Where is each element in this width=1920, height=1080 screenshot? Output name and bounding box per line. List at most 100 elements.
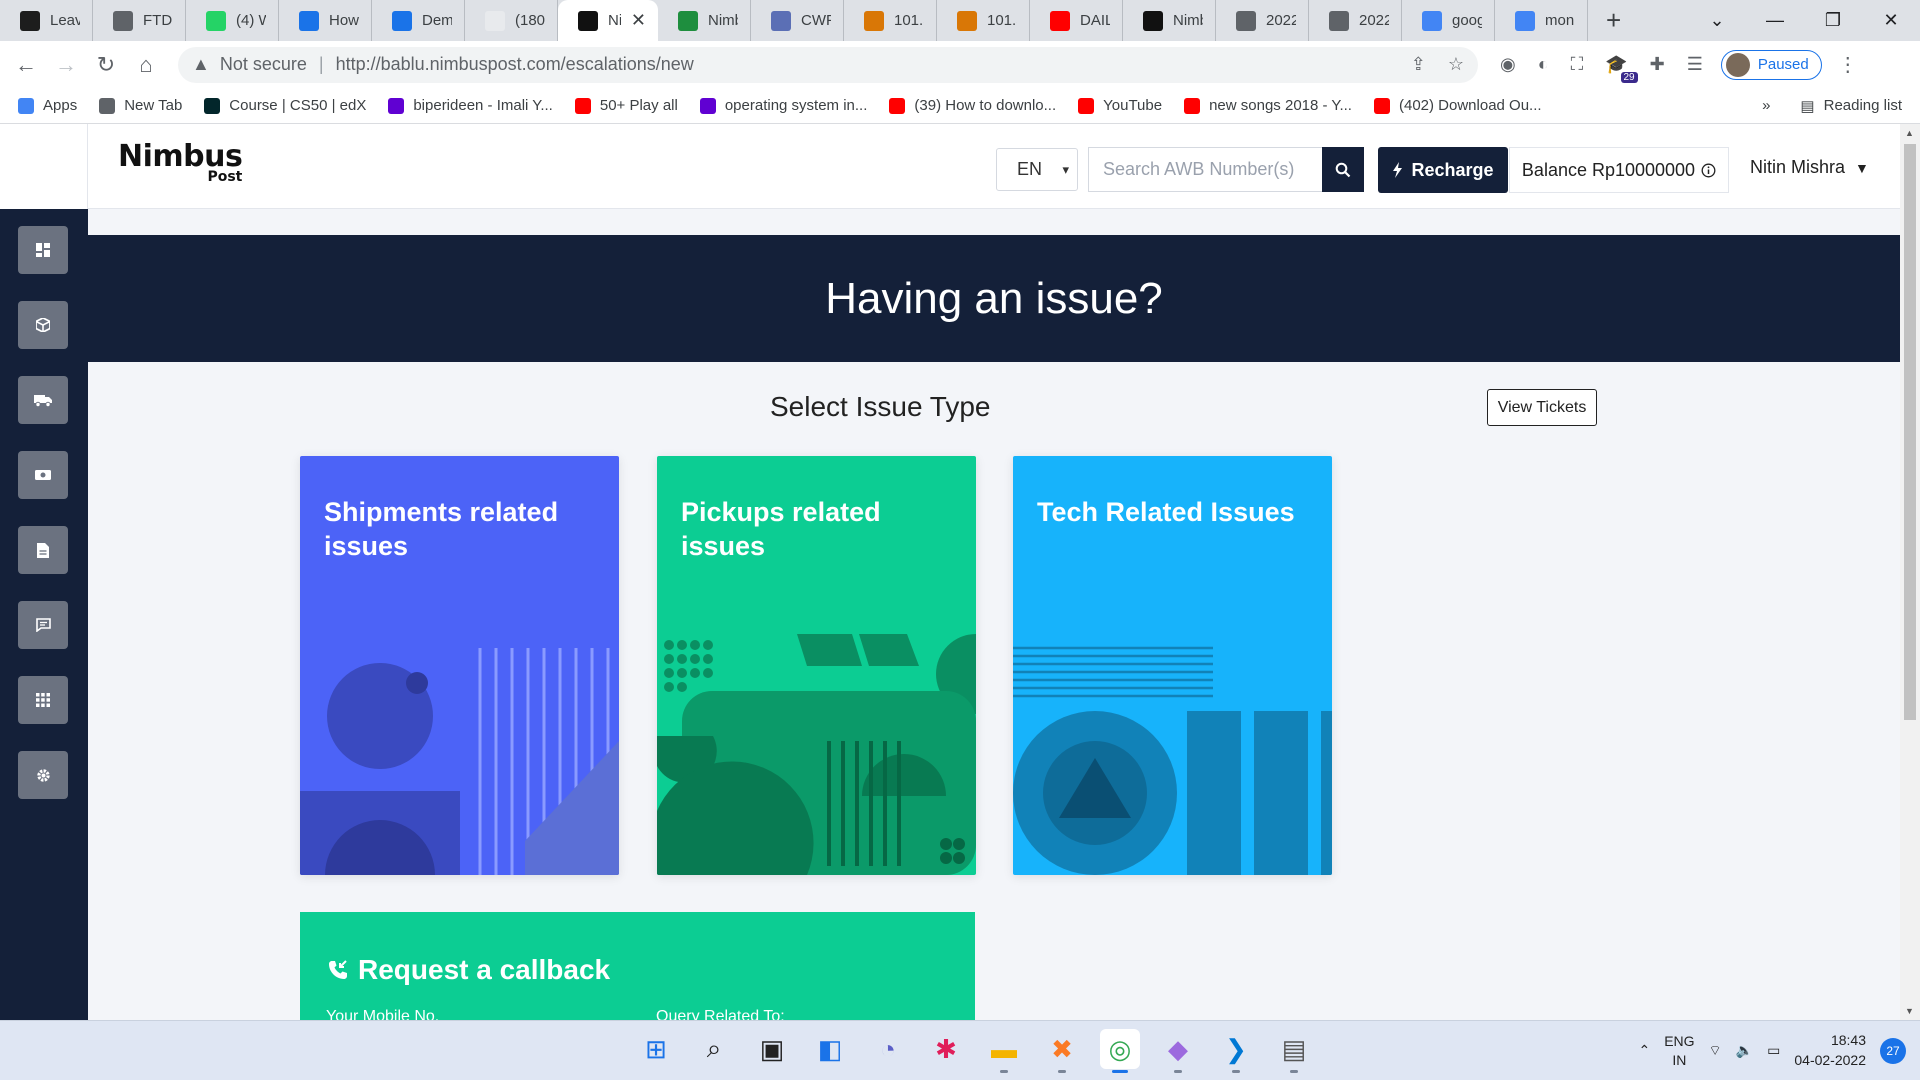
tab-search-icon[interactable]: ⌄ [1688,10,1746,31]
new-tab-button[interactable]: + [1606,5,1621,36]
bookmark-item[interactable]: Apps [18,97,77,114]
bookmark-item[interactable]: biperideen - Imali Y... [388,97,553,114]
browser-tab[interactable]: How t [279,0,372,41]
taskbar-app[interactable]: ❯ [1216,1029,1256,1073]
sidebar-item-apps[interactable] [18,676,68,724]
scrollbar-thumb[interactable] [1904,144,1916,720]
bookmark-item[interactable]: 50+ Play all [574,97,678,114]
info-icon[interactable] [1701,163,1716,178]
taskbar-app[interactable]: ⌕ [694,1029,734,1069]
home-icon[interactable]: ⌂ [126,52,166,78]
puzzle-icon[interactable]: ✚ [1650,54,1665,75]
taskbar-app[interactable]: ◧ [810,1029,850,1069]
bookmark-star-icon[interactable]: ☆ [1448,54,1464,75]
bookmark-item[interactable]: New Tab [99,97,182,114]
browser-tab[interactable]: mon - [1495,0,1588,41]
taskbar-app[interactable]: ◎ [1100,1029,1140,1073]
security-label[interactable]: Not secure [220,54,307,75]
address-bar[interactable]: ▲ Not secure | http://bablu.nimbuspost.c… [178,46,1478,83]
browser-tab[interactable]: CWPp [751,0,844,41]
issue-card-shipments[interactable]: Shipments related issues [300,456,619,875]
close-tab-icon[interactable]: ✕ [631,10,646,31]
wifi-icon[interactable]: ⌔ [1709,1042,1722,1060]
sidebar-item-money[interactable] [18,451,68,499]
reload-icon[interactable]: ↻ [86,52,126,78]
bookmark-item[interactable]: operating system in... [699,97,867,114]
page-scrollbar[interactable]: ▲ ▼ [1900,124,1920,1020]
volume-icon[interactable]: 🔈 [1736,1042,1753,1059]
search-button[interactable] [1322,147,1364,192]
awb-search-input[interactable] [1088,147,1322,192]
taskbar-app[interactable]: ✖ [1042,1029,1082,1073]
taskbar-app[interactable]: ▣ [752,1029,792,1069]
user-menu[interactable]: Nitin Mishra ▼ [1750,157,1869,178]
maximize-button[interactable]: ❐ [1804,10,1862,31]
forward-icon[interactable]: → [46,52,86,78]
sidebar-item-chat[interactable] [18,601,68,649]
bookmark-item[interactable]: Course | CS50 | edX [204,97,366,114]
browser-tab[interactable]: 20220 [1216,0,1309,41]
browser-tab[interactable]: Nimbu [658,0,751,41]
bookmark-item[interactable]: YouTube [1078,97,1162,114]
browser-tab[interactable]: Nimbu [1123,0,1216,41]
capture-icon[interactable]: ⛶ [1571,54,1584,75]
browser-tab[interactable]: Leave [0,0,93,41]
scroll-down-arrow-icon[interactable]: ▼ [1905,1006,1914,1016]
taskbar-app[interactable]: ▤ [1274,1029,1314,1073]
warning-icon[interactable]: ▲ [192,54,210,75]
sidebar-item-dashboard[interactable] [18,226,68,274]
browser-tab[interactable]: Ni ✕ [558,0,658,41]
bookmarks-overflow-button[interactable]: » [1762,97,1770,114]
media-queue-icon[interactable]: ☰ [1687,54,1703,75]
sidebar-item-settings[interactable] [18,751,68,799]
recharge-button[interactable]: Recharge [1378,147,1508,193]
nimbus-logo[interactable]: Nimbus Post [118,142,243,185]
taskbar-app[interactable]: ⊞ [636,1029,676,1069]
reading-list-button[interactable]: ▤ Reading list [1800,97,1902,115]
browser-tab[interactable]: (180) ! [465,0,558,41]
sidebar-item-truck[interactable] [18,376,68,424]
browser-tab[interactable]: 101.5 [844,0,937,41]
taskbar-app[interactable]: ◔ [868,1029,908,1069]
taskbar-app[interactable]: ◆ [1158,1029,1198,1073]
sidebar-item-document[interactable] [18,526,68,574]
running-indicator [1290,1070,1298,1073]
input-language[interactable]: ENG IN [1664,1032,1694,1068]
chevron-up-icon[interactable]: ⌃ [1638,1042,1650,1059]
scroll-up-arrow-icon[interactable]: ▲ [1905,128,1914,138]
close-window-button[interactable]: ✕ [1862,10,1920,31]
browser-tab[interactable]: 101.5 [937,0,1030,41]
minimize-button[interactable]: — [1746,10,1804,31]
clock[interactable]: 18:43 04-02-2022 [1794,1031,1866,1070]
browser-tab[interactable]: Demo [372,0,465,41]
language-select[interactable]: EN ▾ [996,148,1078,191]
notification-count[interactable]: 27 [1880,1037,1906,1064]
browser-tab[interactable]: 20220 [1309,0,1402,41]
taskbar-app[interactable]: ✱ [926,1029,966,1069]
battery-icon[interactable]: ▭ [1767,1042,1780,1059]
teams-chat-icon: ◔ [880,1033,896,1064]
sidebar-item-box[interactable] [18,301,68,349]
issue-card-pickups[interactable]: Pickups related issues [657,456,976,875]
browser-tab[interactable]: (4) Wh [186,0,279,41]
view-tickets-button[interactable]: View Tickets [1487,389,1597,426]
bookmark-item[interactable]: (402) Download Ou... [1373,97,1542,114]
url-text[interactable]: http://bablu.nimbuspost.com/escalations/… [336,54,694,75]
menu-kebab-icon[interactable]: ⋮ [1838,52,1858,77]
extension-half-moon-icon[interactable]: ◐ [1538,54,1549,75]
web-page: Nimbus Post EN ▾ Recharge Balance Rp1000… [0,124,1920,1020]
bookmark-item[interactable]: new songs 2018 - Y... [1184,97,1352,114]
extensions-area: ◉ ◐ ⛶ 🎓 29 ✚ ☰ [1500,54,1703,83]
issue-card-tech[interactable]: Tech Related Issues [1013,456,1332,875]
bookmark-item[interactable]: (39) How to downlo... [889,97,1056,114]
browser-tab[interactable]: FTD | ( [93,0,186,41]
share-icon[interactable]: ⇪ [1411,54,1426,75]
browser-tab[interactable]: DAILY [1030,0,1123,41]
camera-icon[interactable]: ◉ [1500,54,1516,75]
taskbar-app[interactable]: ▬ [984,1029,1024,1073]
profile-button[interactable]: Paused [1720,49,1822,80]
balance-display[interactable]: Balance Rp10000000 [1509,147,1729,193]
browser-tab[interactable]: googl [1402,0,1495,41]
back-icon[interactable]: ← [6,52,46,78]
graduation-cap-icon[interactable]: 🎓 29 [1605,54,1638,83]
